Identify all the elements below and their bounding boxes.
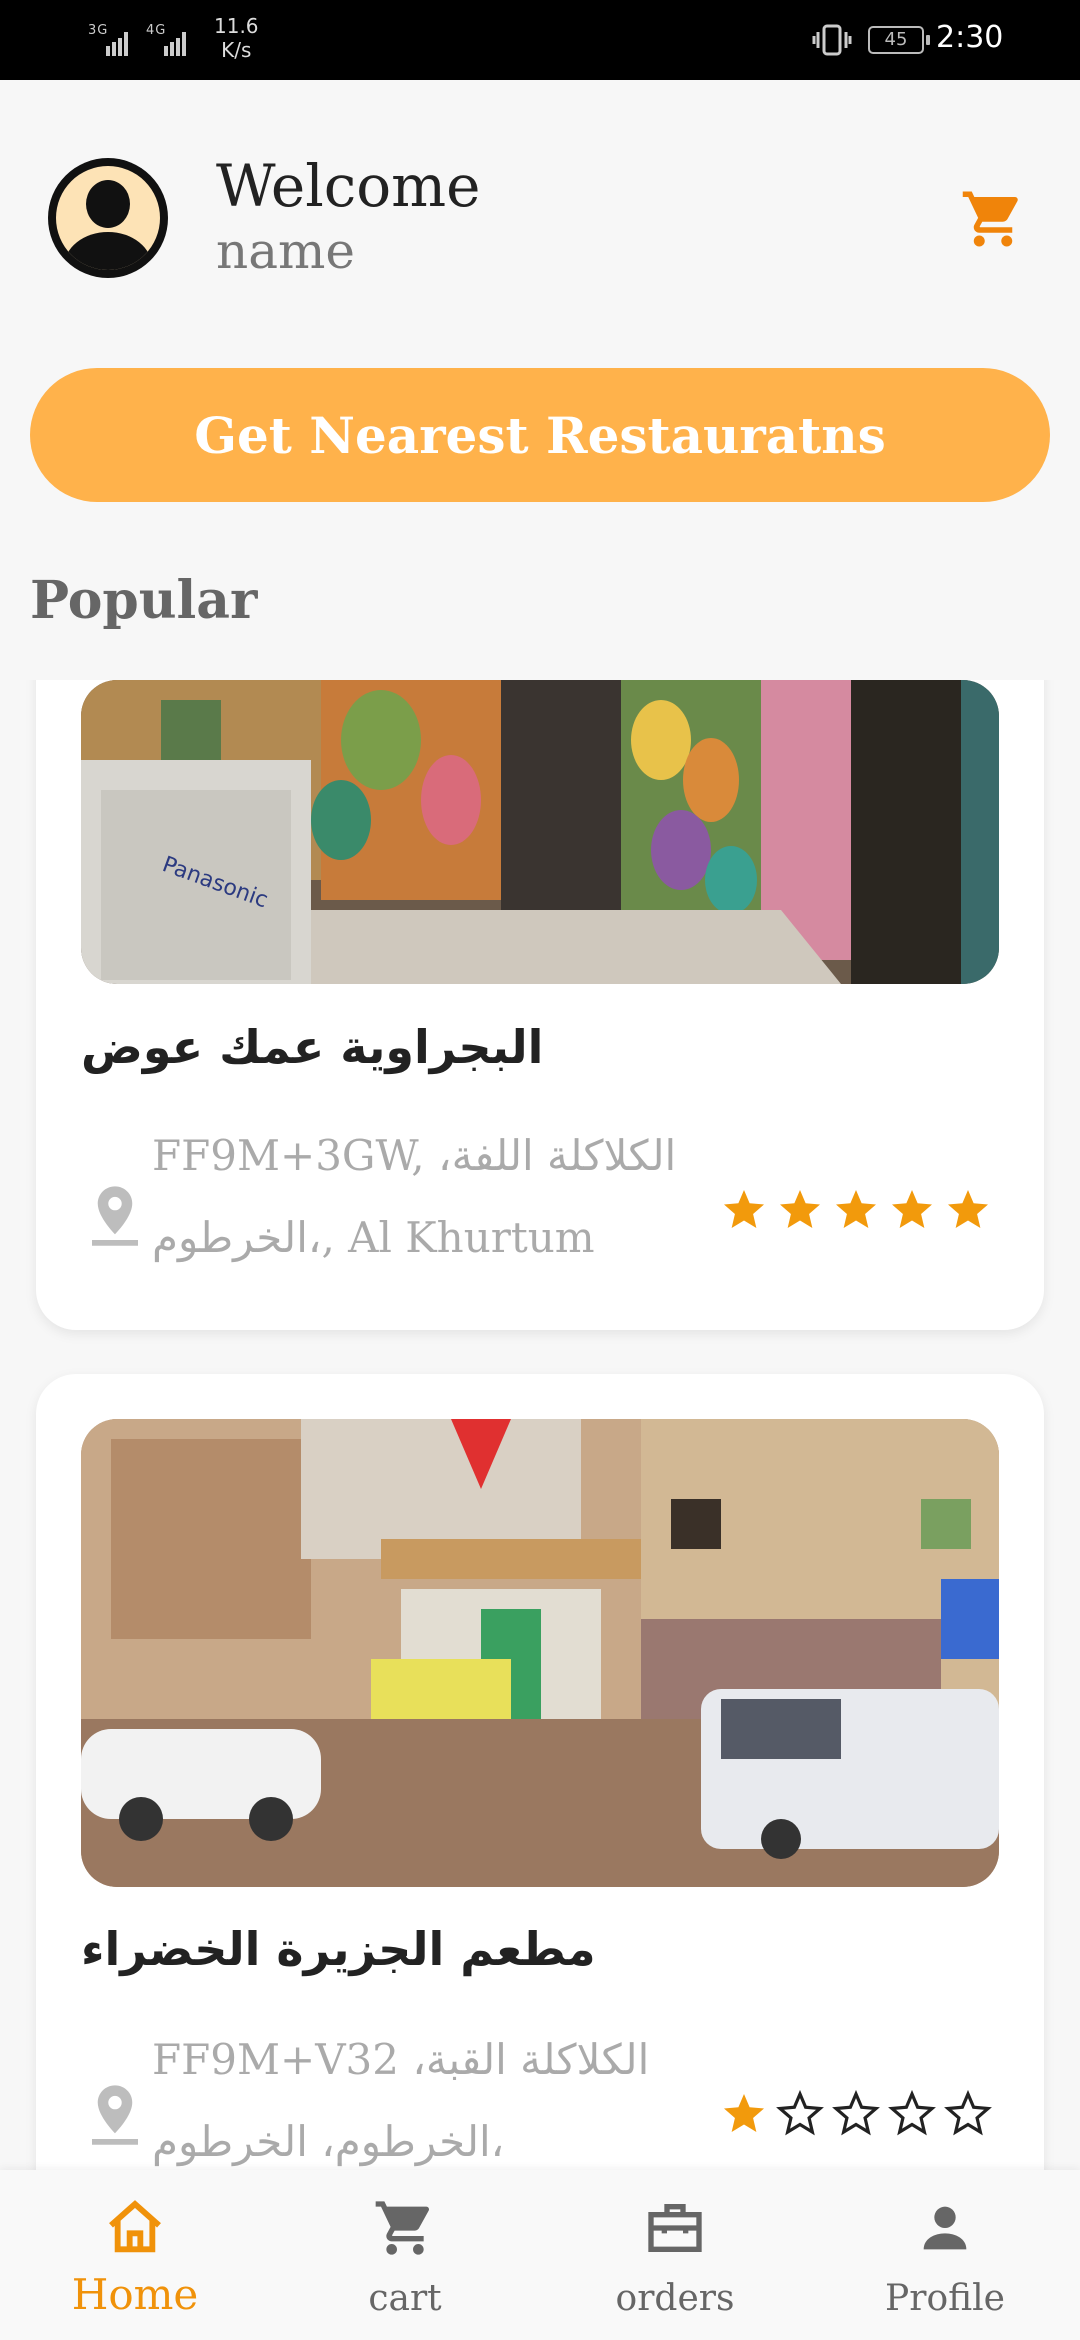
nav-item-home[interactable]: Home bbox=[0, 2170, 270, 2340]
star-filled-icon bbox=[724, 1190, 764, 1228]
star-empty-icon bbox=[888, 2090, 936, 2136]
network-speed-value: 11.6 bbox=[214, 14, 259, 38]
signal-icon: 3G 4G bbox=[88, 23, 186, 56]
battery-indicator: 45 bbox=[868, 26, 930, 54]
star-empty-icon bbox=[944, 2090, 992, 2136]
star-filled-icon bbox=[780, 1190, 820, 1228]
vibrate-icon bbox=[812, 24, 852, 56]
nav-label-home: Home bbox=[71, 2270, 199, 2319]
get-nearest-restaurants-button[interactable]: Get Nearest Restauratns bbox=[30, 368, 1050, 502]
person-icon bbox=[923, 2206, 967, 2250]
nav-label-orders: orders bbox=[615, 2278, 735, 2319]
location-pin-icon bbox=[92, 1186, 138, 1246]
welcome-text: Welcome bbox=[216, 152, 481, 220]
restaurant-image: Panasonic bbox=[81, 680, 999, 984]
restaurant-address: FF9M+3GW, الكلاكلة اللفة، الخرطوم،, Al K… bbox=[152, 1131, 677, 1262]
star-filled-icon bbox=[948, 1190, 988, 1228]
avatar[interactable] bbox=[48, 158, 168, 278]
avatar-icon bbox=[56, 166, 160, 270]
star-empty-icon bbox=[776, 2090, 824, 2136]
restaurant-card[interactable]: مطعم الجزيرة الخضراء FF9M+V32 الكلاكلة ا… bbox=[36, 1374, 1044, 2170]
nav-item-cart[interactable]: cart bbox=[270, 2170, 540, 2340]
network-speed-unit: K/s bbox=[221, 38, 252, 62]
home-icon bbox=[109, 2200, 161, 2253]
username-text: name bbox=[216, 222, 356, 280]
restaurant-card[interactable]: Panasonic البجراوية عمك عوض FF9M+3GW, ال… bbox=[36, 680, 1044, 1330]
restaurant-name: البجراوية عمك عوض bbox=[81, 1020, 544, 1074]
nav-item-profile[interactable]: Profile bbox=[810, 2170, 1080, 2340]
rating-stars bbox=[720, 1186, 992, 1234]
nav-label-cart: cart bbox=[368, 2278, 442, 2319]
restaurant-list[interactable]: Panasonic البجراوية عمك عوض FF9M+3GW, ال… bbox=[0, 680, 1080, 2170]
cart-icon[interactable] bbox=[960, 186, 1026, 252]
star-empty-icon bbox=[832, 2090, 880, 2136]
section-title-popular: Popular bbox=[30, 570, 258, 631]
restaurant-address: FF9M+V32 الكلاكلة القبة، الخرطوم، الخرطو… bbox=[152, 2035, 650, 2166]
signal-indicator: 3G 4G bbox=[88, 20, 208, 64]
clock: 2:30 bbox=[936, 20, 1004, 55]
svg-text:4G: 4G bbox=[146, 23, 166, 38]
cart-icon bbox=[375, 2201, 430, 2255]
restaurant-name: مطعم الجزيرة الخضراء bbox=[81, 1922, 596, 1976]
svg-text:3G: 3G bbox=[88, 23, 108, 38]
star-filled-icon bbox=[836, 1190, 876, 1228]
rating-stars bbox=[720, 2090, 992, 2138]
restaurant-image bbox=[81, 1419, 999, 1887]
status-bar: 3G 4G 11.6 K/s 45 2:30 bbox=[0, 0, 1080, 80]
nav-label-profile: Profile bbox=[885, 2278, 1005, 2319]
bottom-navigation: Home cart orders Profile bbox=[0, 2170, 1080, 2340]
star-filled-icon bbox=[724, 2094, 764, 2132]
star-filled-icon bbox=[892, 1190, 932, 1228]
network-speed: 11.6 K/s bbox=[214, 14, 259, 62]
nav-item-orders[interactable]: orders bbox=[540, 2170, 810, 2340]
briefcase-icon bbox=[648, 2204, 702, 2252]
location-pin-icon bbox=[92, 2085, 138, 2145]
